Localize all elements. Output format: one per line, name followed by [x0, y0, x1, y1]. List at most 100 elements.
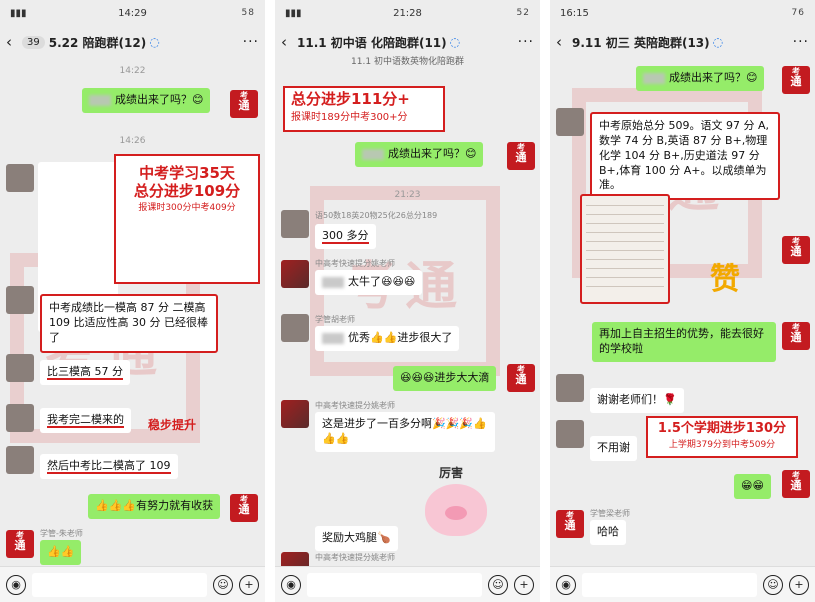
- message-bubble[interactable]: 300 多分: [315, 224, 376, 249]
- highlight-callout: 总分进步111分+ 报课时189分中考300+分: [283, 86, 445, 132]
- avatar[interactable]: [556, 108, 584, 136]
- message-input[interactable]: [32, 572, 207, 597]
- message-bubble[interactable]: 😁😁: [734, 474, 771, 499]
- avatar[interactable]: [281, 210, 309, 238]
- group-icon: ◌: [149, 35, 160, 49]
- back-arrow-icon[interactable]: ‹: [281, 33, 297, 51]
- sender-name: 学管梁老师: [590, 509, 630, 518]
- chat-area[interactable]: 考通 总分进步111分+ 报课时189分中考300+分 成绩出来了吗？😊 考通 …: [275, 66, 540, 580]
- avatar[interactable]: [6, 354, 34, 382]
- message-bubble[interactable]: 谢谢老师们！🌹: [590, 388, 684, 413]
- avatar[interactable]: 考通: [230, 90, 258, 118]
- avatar[interactable]: [281, 260, 309, 288]
- add-icon[interactable]: +: [789, 574, 809, 595]
- message-bubble[interactable]: 我考完二模来的: [40, 408, 131, 433]
- highlight-tag: 稳步提升: [148, 418, 197, 432]
- voice-icon[interactable]: ◉: [6, 574, 26, 595]
- avatar[interactable]: 考通: [507, 364, 535, 392]
- add-icon[interactable]: +: [514, 574, 534, 595]
- message-bubble[interactable]: 👍👍: [40, 540, 82, 565]
- signal-icon: ▮▮▮: [10, 7, 27, 19]
- message-bubble[interactable]: 成绩出来了吗？😊: [82, 88, 211, 113]
- sticker-text: 厉害: [439, 466, 464, 480]
- status-icons: 52: [516, 8, 530, 18]
- avatar[interactable]: 考通: [6, 530, 34, 558]
- message-bubble[interactable]: 不用谢: [590, 436, 637, 461]
- chat-title: 11.1 初中语 化陪跑群(11): [297, 35, 447, 50]
- more-options-icon[interactable]: ···: [793, 34, 809, 50]
- status-bar: ▮▮▮ 14:29 58: [0, 0, 265, 26]
- avatar[interactable]: 考通: [782, 66, 810, 94]
- add-icon[interactable]: +: [239, 574, 259, 595]
- avatar[interactable]: [281, 400, 309, 428]
- avatar[interactable]: [6, 404, 34, 432]
- voice-icon[interactable]: ◉: [281, 574, 301, 595]
- avatar[interactable]: [281, 314, 309, 342]
- emoji-icon[interactable]: ☺: [213, 574, 233, 595]
- message-input[interactable]: [307, 572, 482, 597]
- blurred-name: [89, 94, 111, 106]
- back-arrow-icon[interactable]: ‹: [6, 33, 22, 51]
- avatar[interactable]: 考通: [230, 494, 258, 522]
- highlight-callout: 1.5个学期进步130分 上学期379分到中考509分: [646, 416, 798, 458]
- avatar[interactable]: 考通: [782, 470, 810, 498]
- signal-icon: ▮▮▮: [285, 7, 302, 19]
- chat-header: ‹ 9.11 初三 英陪跑群(13) ◌ ···: [550, 26, 815, 58]
- input-bar: ◉ ☺ +: [275, 566, 540, 602]
- status-time: 16:15: [560, 7, 589, 19]
- sender-name: 学管胡老师: [315, 315, 355, 324]
- timestamp: 21:23: [394, 190, 421, 200]
- avatar[interactable]: 考通: [556, 510, 584, 538]
- avatar[interactable]: [6, 286, 34, 314]
- sender-name: 语50数18英20物25化26总分189: [315, 211, 438, 220]
- chat-area[interactable]: 考通 14:22 成绩出来了吗？😊 考通 14:26 中考学习35天 总分进步1…: [0, 58, 265, 565]
- emoji-icon[interactable]: ☺: [763, 574, 783, 595]
- group-icon: ◌: [712, 35, 724, 49]
- timestamp: 14:22: [119, 66, 146, 76]
- status-icons: 76: [791, 8, 805, 18]
- sender-name: 中高考快速提分姚老师: [315, 401, 395, 410]
- input-bar: ◉ ☺ +: [0, 566, 265, 602]
- avatar[interactable]: 考通: [507, 142, 535, 170]
- phone-screen-3: 16:15 76 ‹ 9.11 初三 英陪跑群(13) ◌ ··· 考通 成绩出…: [550, 0, 815, 602]
- message-bubble[interactable]: 哈哈: [590, 520, 626, 545]
- status-bar: 16:15 76: [550, 0, 815, 26]
- message-bubble[interactable]: 奖励大鸡腿🍗: [315, 526, 398, 551]
- chat-header: ‹ 39 5.22 陪跑群(12) ◌ ···: [0, 26, 265, 58]
- message-bubble[interactable]: 然后中考比二模高了 109: [40, 454, 178, 479]
- more-options-icon[interactable]: ···: [243, 34, 259, 50]
- message-bubble[interactable]: 这是进步了一百多分啊🎉🎉🎉👍👍👍: [315, 412, 495, 452]
- avatar[interactable]: [556, 420, 584, 448]
- status-time: 21:28: [393, 7, 422, 19]
- message-bubble[interactable]: 😆😆😆进步大大滴: [393, 366, 497, 391]
- pig-sticker[interactable]: [425, 484, 487, 536]
- blurred-name: [322, 276, 344, 288]
- message-bubble[interactable]: 中考原始总分 509。语文 97 分 A,数学 74 分 B,英语 87 分 B…: [590, 112, 780, 201]
- message-bubble[interactable]: 👍👍👍有努力就有收获: [88, 494, 221, 519]
- message-bubble[interactable]: 再加上自主招生的优势，能去很好的学校啦: [592, 322, 776, 362]
- message-bubble[interactable]: 成绩出来了吗？😊: [355, 142, 484, 167]
- blurred-name: [362, 148, 384, 160]
- voice-icon[interactable]: ◉: [556, 574, 576, 595]
- sender-name: 学管-朱老师: [40, 529, 83, 538]
- avatar[interactable]: [6, 446, 34, 474]
- timestamp: 14:26: [119, 136, 146, 146]
- avatar[interactable]: [556, 374, 584, 402]
- message-bubble[interactable]: 成绩出来了吗？😊: [636, 66, 765, 91]
- back-arrow-icon[interactable]: ‹: [556, 33, 572, 51]
- message-bubble[interactable]: 优秀👍👍进步很大了: [315, 326, 460, 351]
- message-bubble[interactable]: 太牛了😆😆😆: [315, 270, 423, 295]
- avatar[interactable]: 考通: [782, 322, 810, 350]
- message-bubble[interactable]: 比三模高 57 分: [40, 360, 130, 385]
- phone-screen-1: ▮▮▮ 14:29 58 ‹ 39 5.22 陪跑群(12) ◌ ··· 考通 …: [0, 0, 265, 602]
- score-report-image[interactable]: [580, 194, 670, 304]
- more-options-icon[interactable]: ···: [518, 34, 534, 50]
- chat-area[interactable]: 考通 成绩出来了吗？😊 考通 中考原始总分 509。语文 97 分 A,数学 7…: [550, 58, 815, 558]
- blurred-name: [643, 72, 665, 84]
- status-time: 14:29: [118, 7, 147, 19]
- message-bubble[interactable]: 中考成绩比一模高 87 分 二模高 109 比适应性高 30 分 已经很棒了: [40, 294, 218, 353]
- avatar[interactable]: [6, 164, 34, 192]
- message-input[interactable]: [582, 572, 757, 597]
- avatar[interactable]: 考通: [782, 236, 810, 264]
- emoji-icon[interactable]: ☺: [488, 574, 508, 595]
